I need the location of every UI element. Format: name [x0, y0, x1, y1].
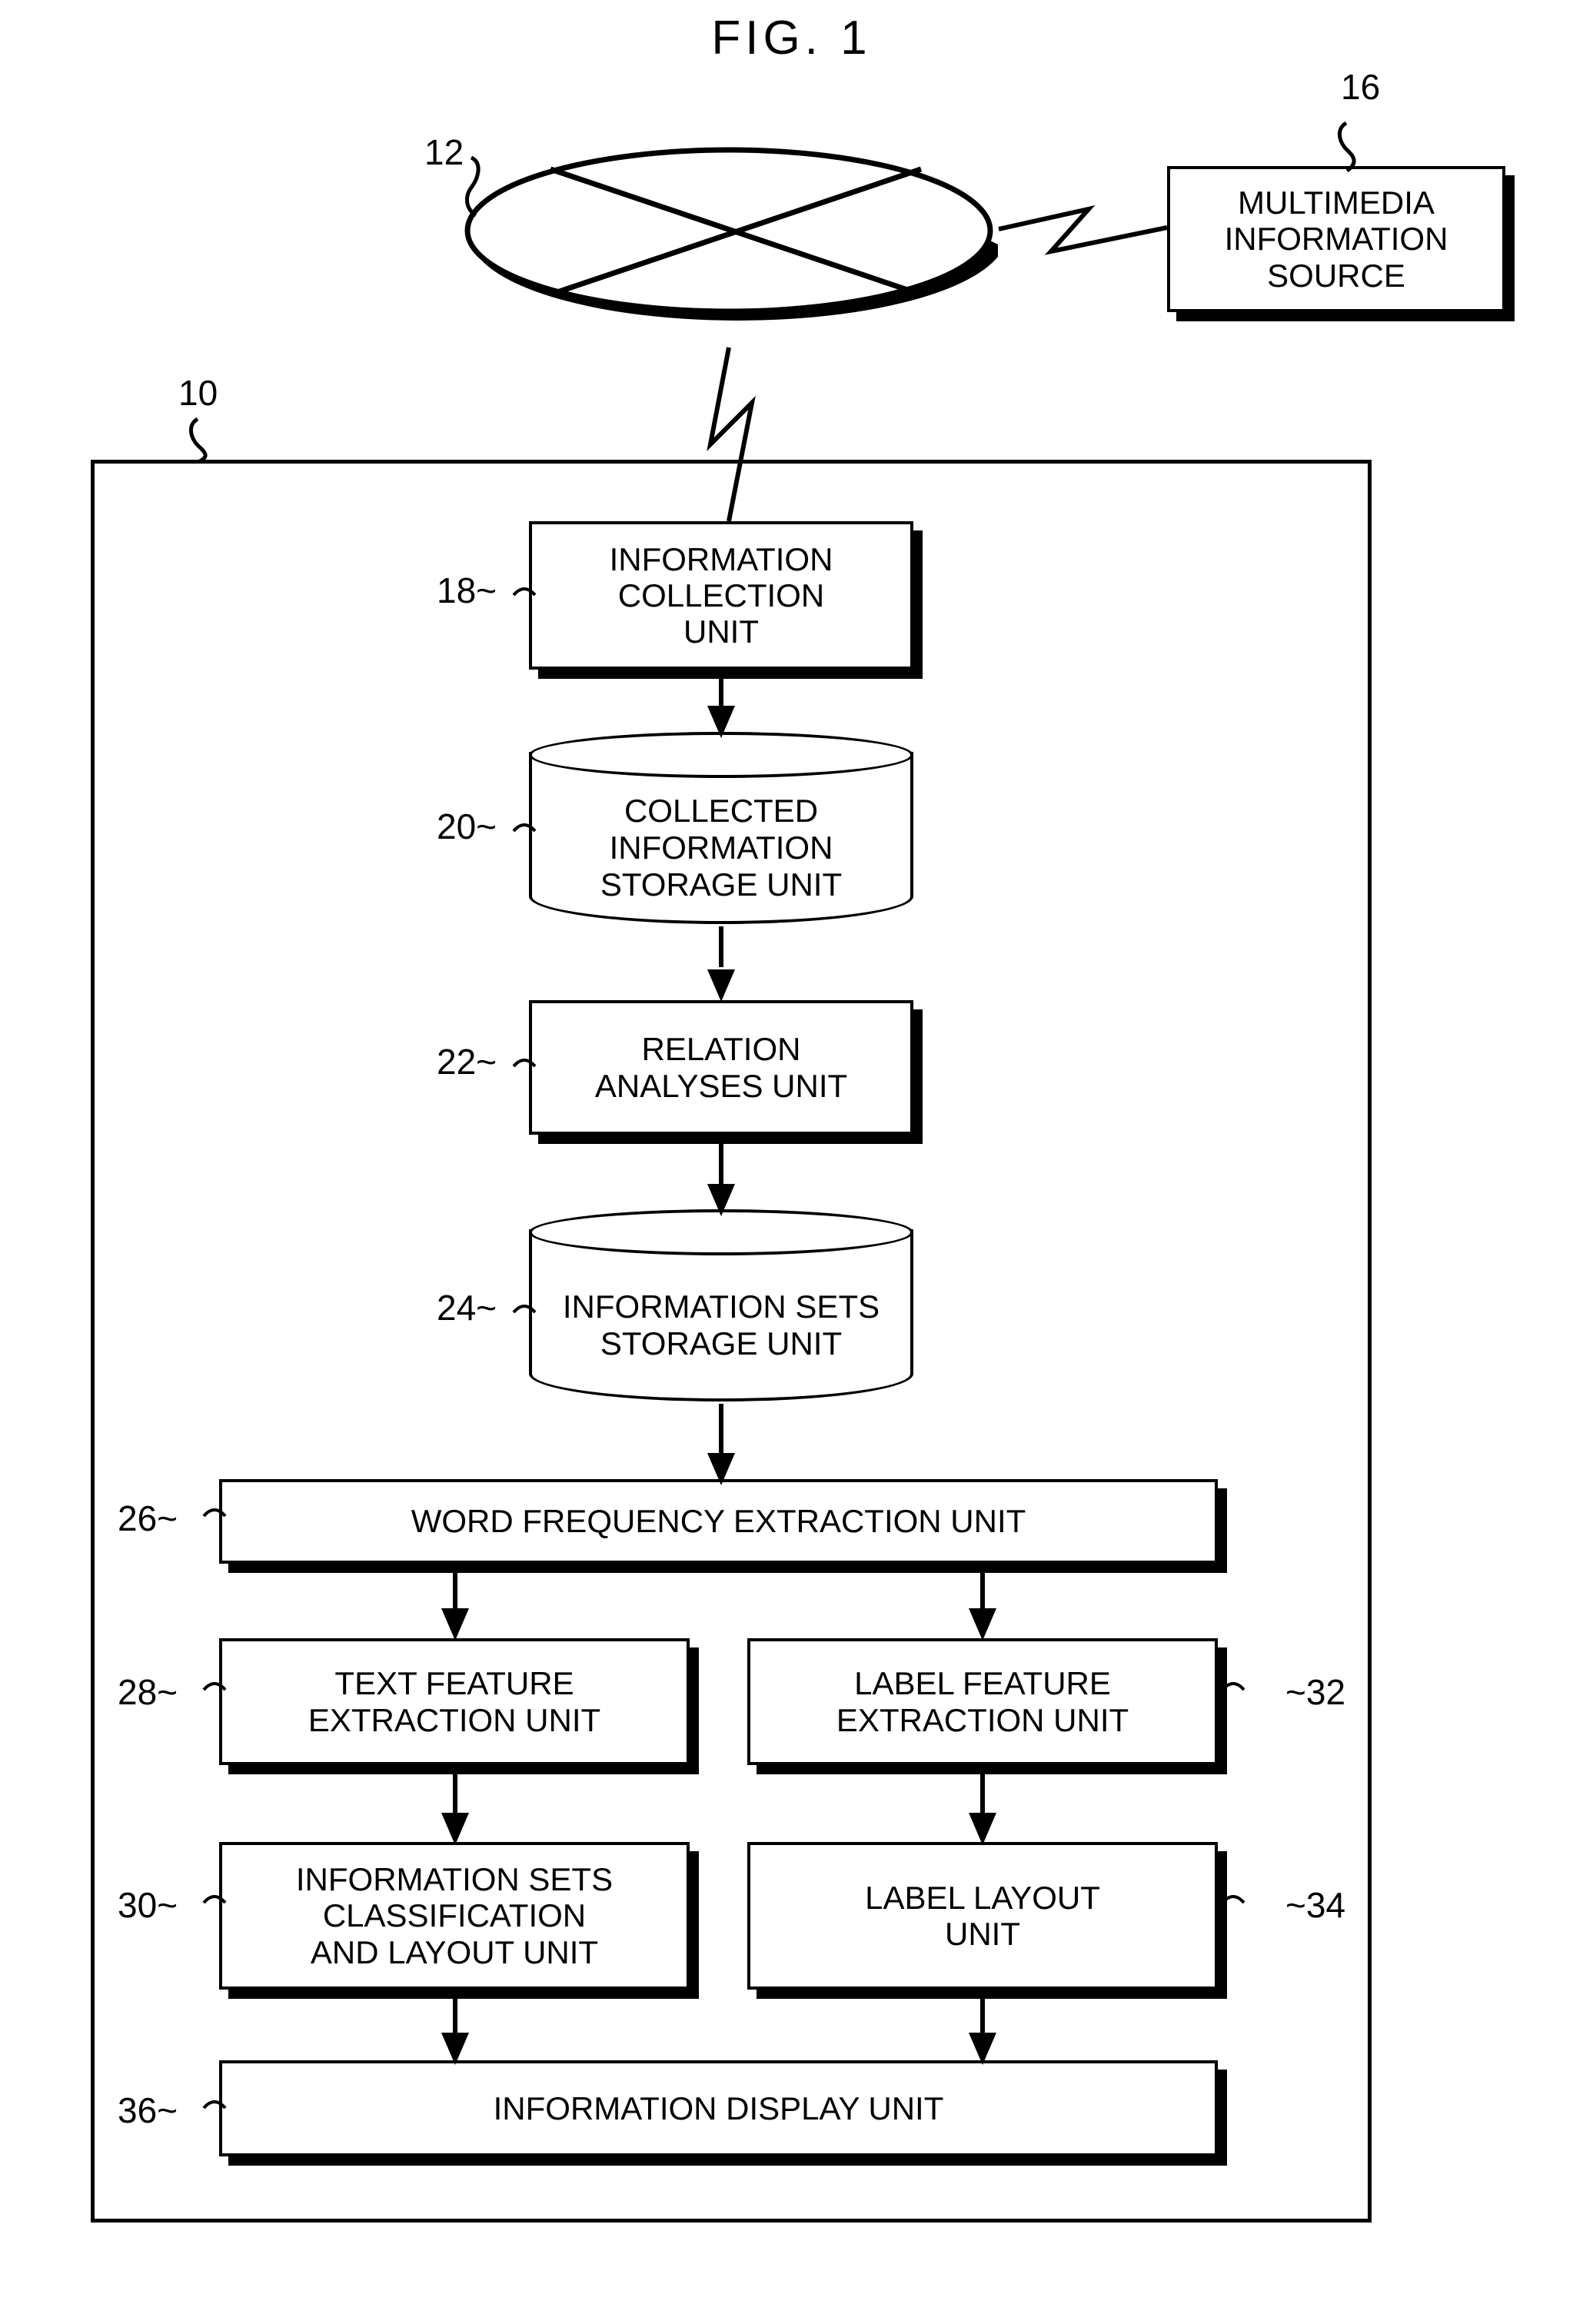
label-feature-line-2: EXTRACTION UNIT — [836, 1701, 1129, 1738]
multimedia-source-line-1: MULTIMEDIA — [1238, 185, 1435, 221]
information-sets-storage-line-2: SETS — [795, 1288, 880, 1325]
information-collection-line-2: COLLECTION — [617, 577, 825, 613]
word-frequency-label: WORD FREQUENCY EXTRACTION UNIT — [411, 1503, 1026, 1540]
information-sets-classification-line-1: INFORMATION SETS — [295, 1861, 614, 1898]
information-sets-storage-unit-cylinder: INFORMATION SETS STORAGE UNIT — [529, 1209, 913, 1401]
information-collection-line-3: UNIT — [683, 613, 759, 650]
reference-numeral-10: 10 — [178, 373, 218, 413]
information-sets-classification-line-3: AND LAYOUT UNIT — [310, 1933, 599, 1970]
collected-storage-line-3: STORAGE UNIT — [600, 866, 843, 903]
information-sets-storage-line-1: INFORMATION — [562, 1288, 787, 1325]
label-layout-line-2: UNIT — [944, 1916, 1020, 1952]
cylinder-top-ellipse — [529, 732, 913, 778]
label-feature-line-1: LABEL FEATURE — [854, 1665, 1111, 1702]
word-frequency-extraction-unit-box: WORD FREQUENCY EXTRACTION UNIT — [219, 1479, 1218, 1564]
reference-numeral-16: 16 — [1341, 67, 1381, 107]
cylinder-top-ellipse — [529, 1209, 913, 1255]
information-sets-classification-and-layout-unit-box: INFORMATION SETS CLASSIFICATION AND LAYO… — [219, 1842, 690, 1990]
multimedia-source-line-3: SOURCE — [1267, 257, 1405, 294]
relation-analyses-unit-box: RELATION ANALYSES UNIT — [529, 1000, 913, 1135]
connector-network-to-multimedia-source — [998, 205, 1168, 255]
multimedia-information-source-box: MULTIMEDIA INFORMATION SOURCE — [1167, 166, 1505, 312]
relation-analyses-line-1: RELATION — [641, 1031, 801, 1068]
multimedia-source-line-2: INFORMATION — [1224, 221, 1448, 258]
collected-storage-line-2: INFORMATION — [609, 830, 833, 866]
collected-information-storage-label: COLLECTED INFORMATION STORAGE UNIT — [529, 780, 913, 916]
information-sets-classification-line-2: CLASSIFICATION — [322, 1897, 587, 1934]
label-layout-unit-box: LABEL LAYOUT UNIT — [747, 1842, 1218, 1990]
label-feature-extraction-unit-box: LABEL FEATURE EXTRACTION UNIT — [747, 1638, 1218, 1765]
information-sets-storage-line-3: STORAGE UNIT — [600, 1325, 843, 1361]
information-display-unit-box: INFORMATION DISPLAY UNIT — [219, 2060, 1218, 2156]
information-display-label: INFORMATION DISPLAY UNIT — [493, 2090, 944, 2126]
patent-figure-page: FIG. 1 12 16 10 MULTIMEDIA INFORMATION S… — [0, 0, 1583, 2324]
information-sets-storage-label: INFORMATION SETS STORAGE UNIT — [529, 1257, 913, 1394]
label-layout-line-1: LABEL LAYOUT — [865, 1879, 1100, 1916]
collected-storage-line-1: COLLECTED — [624, 793, 819, 830]
network-ellipse — [460, 137, 1004, 321]
relation-analyses-line-2: ANALYSES UNIT — [594, 1067, 848, 1104]
collected-information-storage-unit-cylinder: COLLECTED INFORMATION STORAGE UNIT — [529, 732, 913, 924]
text-feature-line-2: EXTRACTION UNIT — [308, 1701, 601, 1738]
text-feature-line-1: TEXT FEATURE — [334, 1665, 574, 1702]
figure-title: FIG. 1 — [711, 12, 872, 65]
leader-line-16 — [1338, 121, 1356, 173]
information-collection-unit-box: INFORMATION COLLECTION UNIT — [529, 521, 913, 670]
text-feature-extraction-unit-box: TEXT FEATURE EXTRACTION UNIT — [219, 1638, 690, 1765]
information-collection-line-1: INFORMATION — [609, 540, 833, 577]
leader-line-10 — [189, 417, 208, 464]
reference-numeral-12: 12 — [424, 132, 464, 172]
